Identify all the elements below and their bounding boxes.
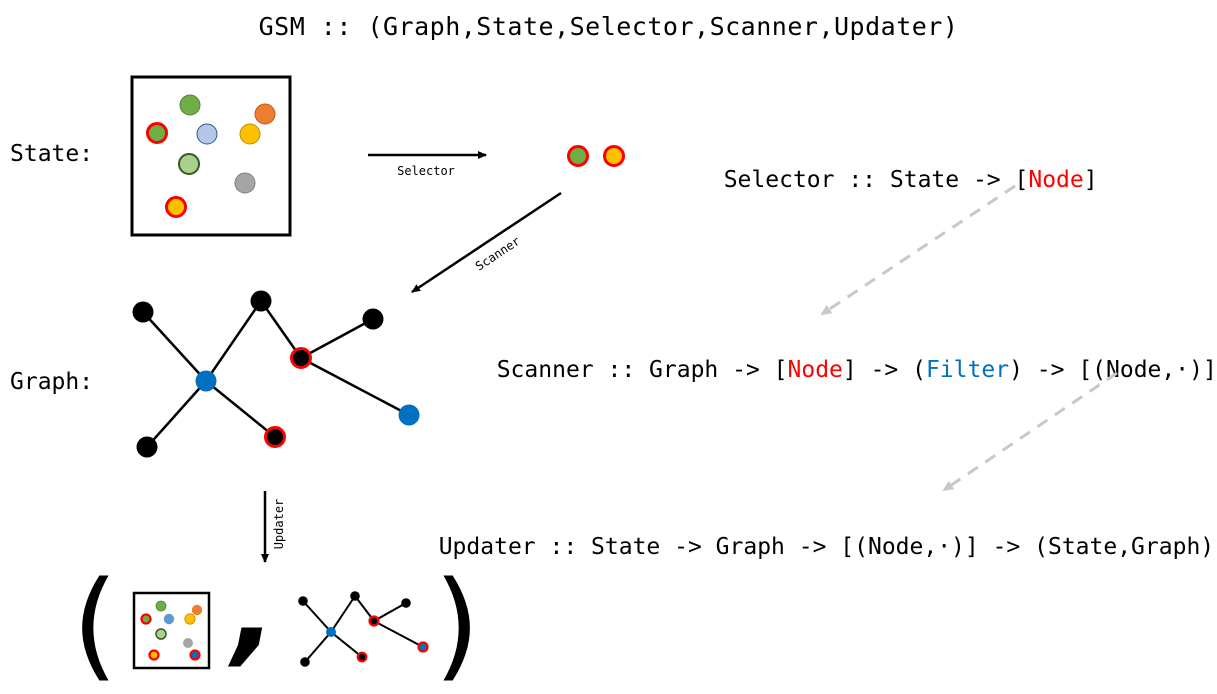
graph-node — [250, 290, 272, 312]
state-box — [130, 75, 292, 237]
result-tuple: ( , ) — [72, 540, 480, 693]
tuple-separator: , — [227, 540, 277, 678]
mini-state-node — [155, 628, 167, 640]
tuple-close-paren: ) — [434, 555, 480, 693]
mini-graph-node — [350, 591, 360, 601]
mini-state-node — [184, 613, 196, 625]
graph-edge — [300, 317, 374, 360]
graph-panel — [132, 290, 420, 458]
mini-graph-node-updated — [417, 641, 429, 653]
selected-node — [603, 145, 625, 167]
mini-graph-edge — [304, 631, 332, 663]
mini-graph-edge — [373, 620, 424, 648]
graph-node-selected — [264, 426, 286, 448]
graph-node — [362, 308, 384, 330]
mini-graph-edge — [330, 595, 356, 633]
graph-node-selected — [290, 347, 312, 369]
state-node-selected — [165, 196, 187, 218]
tuple-open-paren: ( — [72, 555, 118, 693]
mini-graph-node-selected — [356, 651, 368, 663]
mini-graph-edge — [302, 600, 332, 633]
graph-edge — [146, 380, 207, 448]
mini-graph-node-filter — [326, 627, 336, 637]
state-panel — [130, 75, 292, 237]
graph-node-filter — [398, 404, 420, 426]
graph-node — [136, 436, 158, 458]
mini-state-node — [163, 613, 175, 625]
mini-graph-node — [401, 598, 411, 608]
graph-node-filter — [195, 370, 217, 392]
state-node — [234, 172, 256, 194]
state-node — [196, 123, 218, 145]
graph-node — [132, 301, 154, 323]
mini-state-node-selected — [148, 649, 160, 661]
dashed-arrow-scanner-to-updater — [942, 371, 1118, 492]
selector-arrow-label: Selector — [397, 164, 455, 178]
state-node — [179, 94, 201, 116]
mini-state-node-selected — [140, 613, 152, 625]
state-node — [254, 103, 276, 125]
graph-edge — [300, 356, 410, 417]
state-node — [178, 153, 200, 175]
mini-graph-edge — [330, 631, 363, 658]
mini-state-node — [183, 638, 193, 648]
graph-edge — [204, 300, 263, 382]
mini-state-node — [191, 604, 203, 616]
diagram-canvas: Selector Scanner Updater ( , ) — [72, 75, 1118, 693]
mini-state-node — [155, 600, 167, 612]
mini-state-node-updated — [189, 649, 201, 661]
state-node-selected — [146, 122, 168, 144]
mini-graph-node-selected — [368, 615, 380, 627]
state-node — [239, 123, 261, 145]
dashed-arrow-selector-to-scanner — [820, 184, 1016, 316]
graph-edge — [142, 311, 207, 382]
graph-edge — [205, 380, 276, 438]
scanner-arrow-label: Scanner — [473, 234, 523, 274]
scanner-arrow — [411, 191, 562, 294]
mini-graph-node — [300, 657, 310, 667]
mini-graph-node — [298, 596, 308, 606]
selected-node — [567, 145, 589, 167]
